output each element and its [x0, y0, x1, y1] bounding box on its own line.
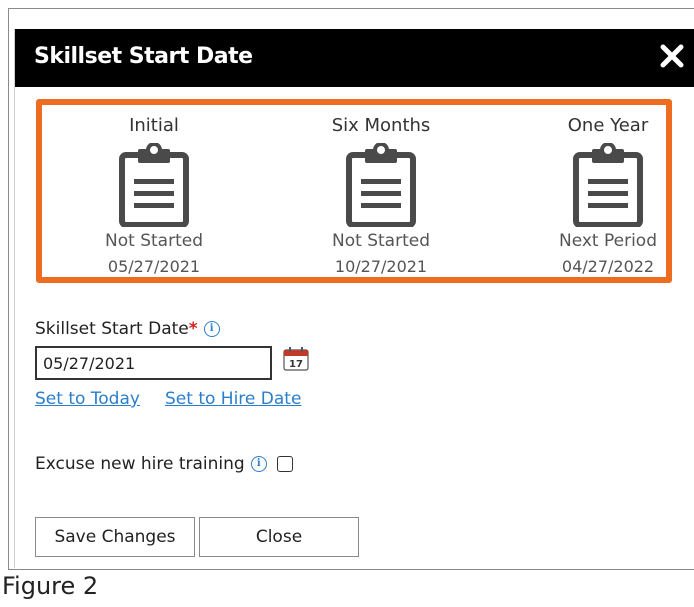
start-date-label: Skillset Start Date* i	[35, 319, 220, 339]
period-title: Six Months	[331, 115, 431, 136]
period-status: Not Started	[332, 231, 430, 251]
dialog-titlebar: Skillset Start Date	[15, 29, 694, 87]
period-initial: Initial Not Started 05/27/2021	[64, 115, 244, 279]
calendar-icon[interactable]: 17	[283, 347, 309, 371]
set-to-hire-date-link[interactable]: Set to Hire Date	[165, 389, 301, 409]
period-status: Not Started	[105, 231, 203, 251]
period-date: 10/27/2021	[334, 257, 428, 276]
required-mark: *	[188, 319, 198, 339]
calendar-day: 17	[289, 359, 303, 370]
close-icon[interactable]	[659, 43, 685, 69]
skillset-start-date-dialog: Skillset Start Date Initial Not Started …	[14, 29, 694, 568]
close-button[interactable]: Close	[199, 517, 359, 557]
start-date-input[interactable]	[35, 346, 272, 380]
period-date: 05/27/2021	[107, 257, 201, 276]
info-icon[interactable]: i	[203, 321, 220, 337]
excuse-training-checkbox[interactable]	[276, 456, 293, 472]
save-changes-button[interactable]: Save Changes	[35, 517, 195, 557]
clipboard-icon	[573, 143, 643, 227]
clipboard-icon	[119, 143, 189, 227]
figure-caption: Figure 2	[2, 572, 99, 600]
start-date-label-text: Skillset Start Date	[35, 319, 189, 339]
set-to-today-link[interactable]: Set to Today	[35, 389, 140, 409]
period-title: One Year	[567, 115, 649, 136]
period-six-months: Six Months Not Started 10/27/2021	[291, 115, 471, 279]
review-periods-panel: Initial Not Started 05/27/2021 Six Month…	[36, 99, 672, 283]
dialog-title: Skillset Start Date	[34, 44, 253, 69]
period-one-year: One Year Next Period 04/27/2022	[518, 115, 694, 279]
period-date: 04/27/2022	[561, 257, 655, 276]
period-title: Initial	[129, 115, 179, 136]
clipboard-icon	[346, 143, 416, 227]
excuse-training-row: Excuse new hire training i	[35, 454, 293, 474]
excuse-training-label: Excuse new hire training	[35, 454, 245, 474]
info-icon[interactable]: i	[250, 456, 267, 472]
period-status: Next Period	[558, 231, 657, 251]
